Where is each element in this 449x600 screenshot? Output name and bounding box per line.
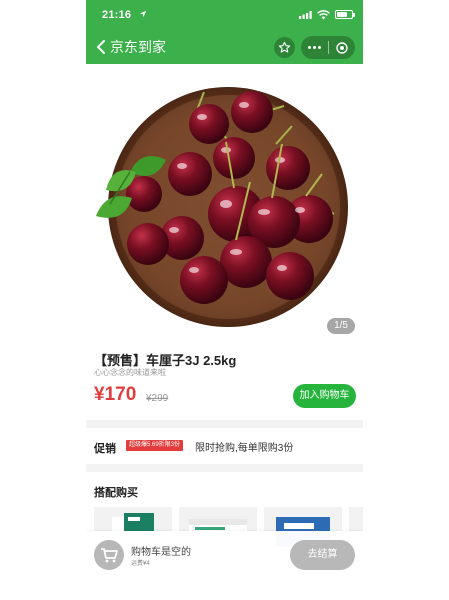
- favorite-button[interactable]: [274, 37, 295, 58]
- status-bar: 21:16: [86, 0, 363, 28]
- close-circle-icon[interactable]: [329, 36, 355, 59]
- add-to-cart-button[interactable]: 加入购物车: [293, 384, 356, 408]
- back-chevron-icon[interactable]: [94, 38, 110, 56]
- star-icon: [278, 41, 291, 53]
- product-info-card: 【预售】车厘子3J 2.5kg 心心念念的味道来啦 ¥170 ¥299 加入购物…: [86, 342, 363, 420]
- miniprogram-capsule: [301, 36, 355, 59]
- product-subtitle: 心心念念的味道来啦: [94, 368, 166, 377]
- status-time: 21:16: [102, 9, 132, 21]
- shopping-cart-icon[interactable]: [94, 540, 124, 570]
- wifi-icon: [317, 10, 330, 20]
- original-price: ¥299: [146, 393, 169, 404]
- navigation-bar: 京东到家: [86, 28, 363, 64]
- combo-title: 搭配购买: [94, 487, 138, 499]
- product-price: ¥170: [94, 384, 137, 405]
- page-indicator: 1/5: [327, 318, 355, 334]
- product-image-gallery[interactable]: 1/5: [86, 64, 363, 342]
- cart-empty-text: 购物车是空的: [131, 547, 191, 558]
- signal-icon: [299, 11, 312, 19]
- promotion-badge: 超级爆5.69折限3份: [126, 440, 184, 451]
- more-dots-icon[interactable]: [301, 36, 328, 59]
- cart-bar: 购物车是空的 运费¥4 去结算: [86, 531, 363, 581]
- location-arrow-icon: [139, 10, 147, 18]
- product-image: [96, 87, 348, 327]
- promotion-label: 促销: [94, 443, 116, 455]
- promotion-row[interactable]: 促销 超级爆5.69折限3份 限时抢购,每单限购3份: [86, 428, 363, 464]
- battery-icon: [335, 10, 355, 19]
- top-bar: 21:16 京东到家: [86, 0, 363, 64]
- phone-screen: 21:16 京东到家 1/5 【预售】车厘子3J 2.5kg 心心念念的味道来啦…: [86, 0, 363, 600]
- checkout-button[interactable]: 去结算: [290, 540, 355, 570]
- delivery-fee: 运费¥4: [131, 561, 150, 567]
- promotion-text: 限时抢购,每单限购3份: [195, 443, 294, 454]
- nav-title: 京东到家: [110, 39, 166, 55]
